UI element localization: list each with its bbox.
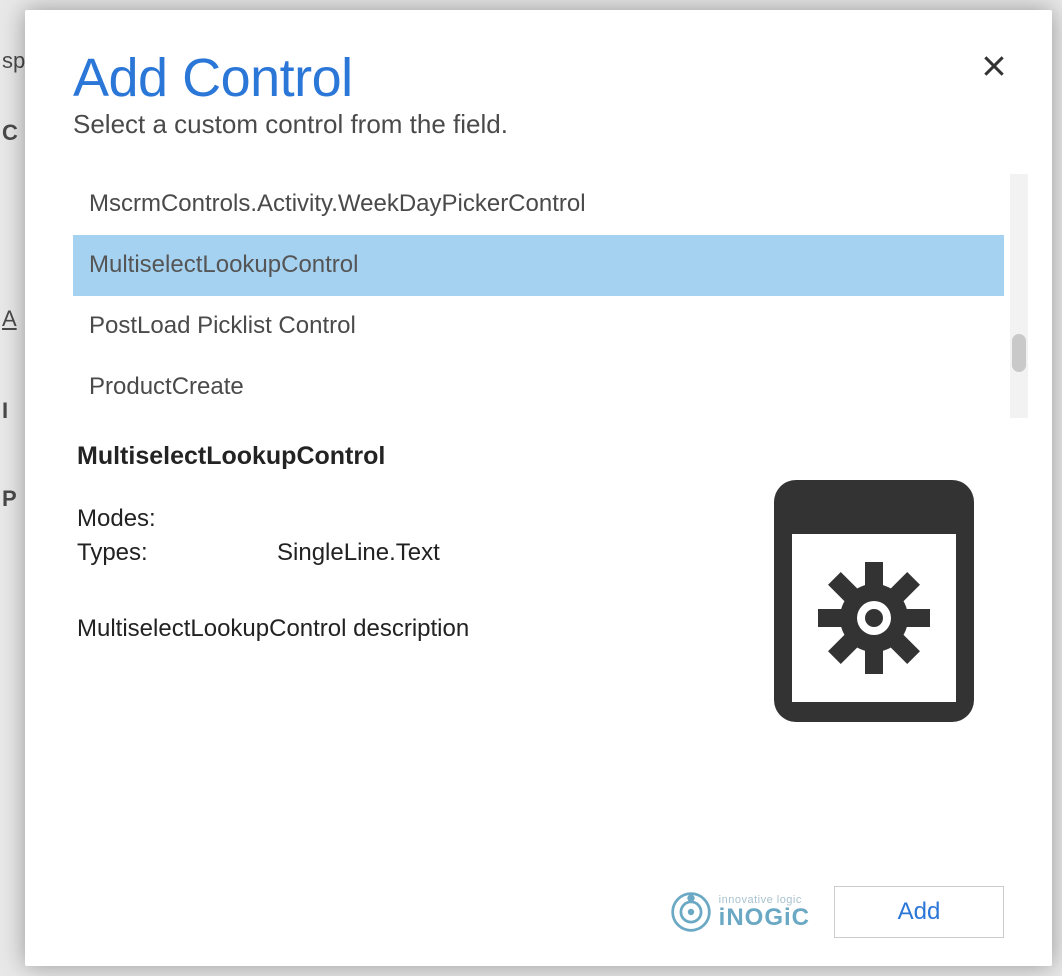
types-label: Types: [77, 539, 277, 567]
bg-fragment: P [2, 486, 17, 512]
control-list[interactable]: MscrmControls.Activity.WeekDayPickerCont… [73, 174, 1004, 418]
selected-control-name: MultiselectLookupControl [77, 442, 704, 471]
scrollbar-thumb[interactable] [1012, 334, 1026, 372]
bg-fragment: sp [2, 48, 25, 74]
list-item[interactable]: PostLoad Picklist Control [73, 296, 1004, 357]
list-item[interactable]: MultiselectLookupControl [73, 235, 1004, 296]
brand-logo-icon [669, 890, 713, 934]
dialog-footer: innovative logic iNOGiC Add [73, 886, 1004, 938]
scrollbar-track[interactable] [1010, 174, 1028, 418]
dialog-subtitle: Select a custom control from the field. [73, 109, 1004, 140]
bg-fragment: A [2, 306, 17, 332]
control-details: MultiselectLookupControl Modes: Types: S… [73, 442, 1004, 726]
add-control-dialog: Add Control Select a custom control from… [25, 10, 1052, 966]
types-value: SingleLine.Text [277, 539, 440, 567]
modes-label: Modes: [77, 505, 277, 533]
dialog-header: Add Control Select a custom control from… [73, 50, 1004, 140]
types-row: Types: SingleLine.Text [77, 539, 704, 567]
dialog-title: Add Control [73, 50, 1004, 107]
brand-watermark: innovative logic iNOGiC [669, 890, 810, 934]
close-icon [981, 53, 1007, 79]
close-button[interactable] [972, 44, 1016, 88]
details-text: MultiselectLookupControl Modes: Types: S… [73, 442, 704, 726]
brand-name: iNOGiC [719, 906, 810, 930]
control-preview-icon [764, 476, 984, 726]
details-icon-wrap [744, 442, 1004, 726]
list-item[interactable]: ProductCreate [73, 357, 1004, 418]
bg-fragment: C [2, 120, 18, 146]
add-button[interactable]: Add [834, 886, 1004, 938]
bg-fragment: I [2, 398, 8, 424]
control-description: MultiselectLookupControl description [77, 615, 704, 643]
control-list-wrap: MscrmControls.Activity.WeekDayPickerCont… [73, 174, 1004, 418]
modes-row: Modes: [77, 505, 704, 533]
list-item[interactable]: MscrmControls.Activity.WeekDayPickerCont… [73, 174, 1004, 235]
